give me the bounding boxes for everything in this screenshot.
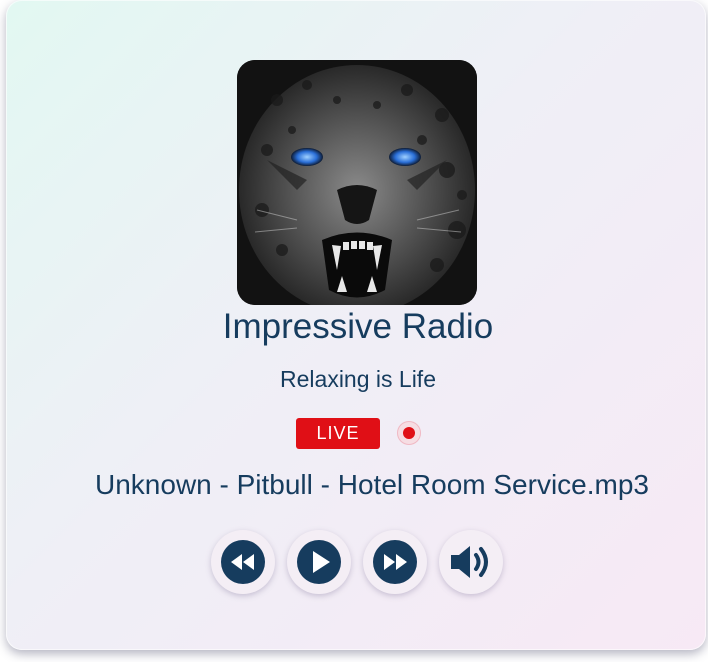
fast-forward-button[interactable] [363,530,427,594]
play-icon [313,551,330,573]
volume-button[interactable] [439,530,503,594]
station-name: Impressive Radio [222,307,494,346]
play-button[interactable] [287,530,351,594]
now-playing-marquee: Unknown - Pitbull - Hotel Room Service.m… [95,467,677,503]
record-indicator-icon [397,421,421,445]
rewind-button[interactable] [211,530,275,594]
now-playing-title: Unknown - Pitbull - Hotel Room Service.m… [95,469,649,500]
album-art [237,60,477,305]
rewind-icon [231,554,254,570]
station-tagline: Relaxing is Life [280,366,436,392]
live-badge: LIVE [296,418,380,449]
fast-forward-icon [384,554,407,570]
volume-icon [451,546,488,578]
